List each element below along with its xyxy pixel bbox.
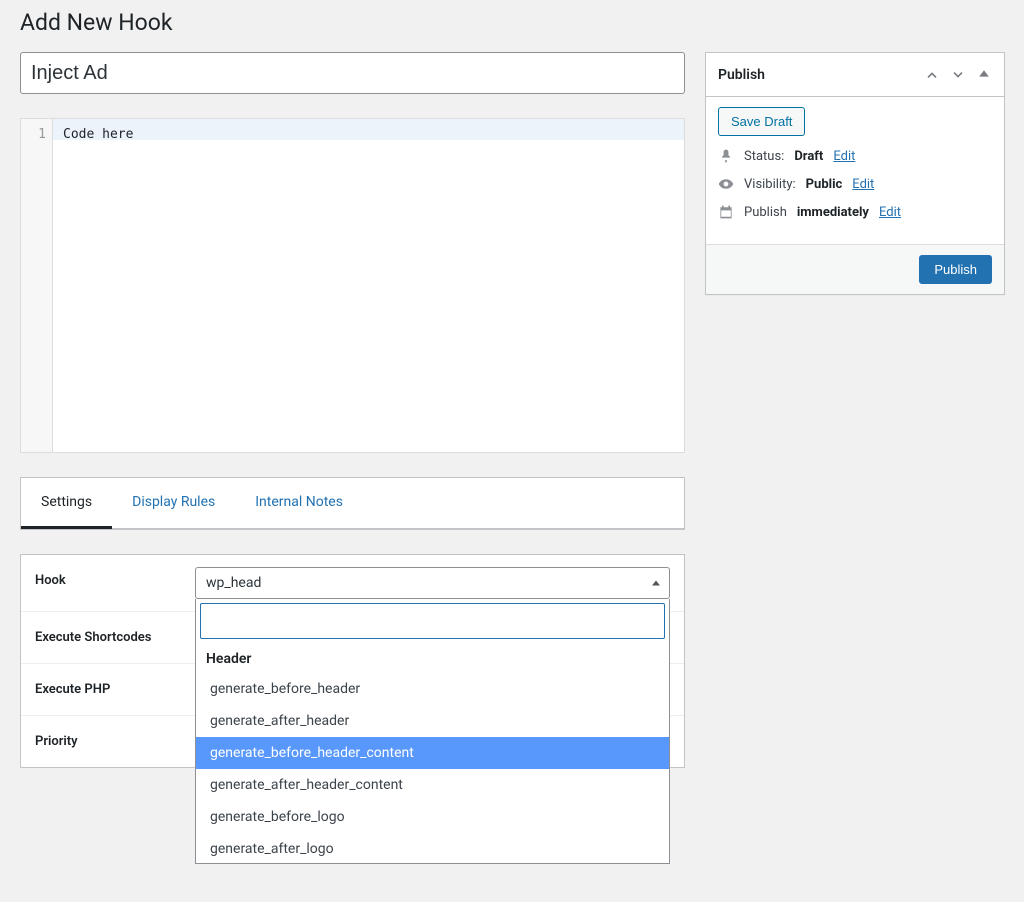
move-up-icon[interactable] xyxy=(924,67,940,83)
hook-search-input[interactable] xyxy=(200,603,665,639)
tab-display-rules[interactable]: Display Rules xyxy=(112,478,235,528)
eye-icon xyxy=(718,176,734,192)
toggle-icon[interactable] xyxy=(976,67,992,83)
hook-select-selection[interactable]: wp_head xyxy=(195,567,670,599)
move-down-icon[interactable] xyxy=(950,67,966,83)
schedule-value: immediately xyxy=(797,205,869,220)
tab-settings[interactable]: Settings xyxy=(21,478,112,529)
code-editor[interactable]: 1 Code here xyxy=(20,118,685,453)
code-area[interactable]: Code here xyxy=(53,119,684,452)
priority-label: Priority xyxy=(21,716,181,767)
tab-internal-notes[interactable]: Internal Notes xyxy=(235,478,363,528)
page-title: Add New Hook xyxy=(20,0,1004,40)
schedule-label: Publish xyxy=(744,205,787,220)
publish-button[interactable]: Publish xyxy=(919,255,992,284)
visibility-label: Visibility: xyxy=(744,177,796,192)
hook-select-dropdown: Header generate_before_headergenerate_af… xyxy=(195,599,670,864)
post-title-input[interactable] xyxy=(20,52,685,94)
visibility-value: Public xyxy=(806,177,843,192)
execute-shortcodes-label: Execute Shortcodes xyxy=(21,612,181,663)
editor-gutter: 1 xyxy=(21,119,53,452)
hook-option[interactable]: generate_after_logo xyxy=(196,833,669,863)
settings-tabs-box: SettingsDisplay RulesInternal Notes xyxy=(20,477,685,530)
status-value: Draft xyxy=(794,149,823,164)
hook-settings-form: Hook wp_head xyxy=(20,554,685,768)
hook-option[interactable]: generate_before_header xyxy=(196,673,669,705)
hook-option[interactable]: generate_after_header xyxy=(196,705,669,737)
visibility-edit-link[interactable]: Edit xyxy=(852,177,874,192)
pin-icon xyxy=(718,148,734,164)
hook-select[interactable]: wp_head Header generate_before_headergen… xyxy=(195,567,670,599)
save-draft-button[interactable]: Save Draft xyxy=(718,107,805,136)
hook-option[interactable]: generate_after_header_content xyxy=(196,769,669,801)
status-edit-link[interactable]: Edit xyxy=(833,149,855,164)
execute-php-label: Execute PHP xyxy=(21,664,181,715)
option-group-header: Header xyxy=(196,643,669,673)
publish-box: Publish Save Draft Status: Draft Edit xyxy=(705,52,1005,295)
publish-heading: Publish xyxy=(718,67,765,83)
status-label: Status: xyxy=(744,149,784,164)
calendar-icon xyxy=(718,204,734,220)
hook-select-value: wp_head xyxy=(206,575,261,591)
schedule-edit-link[interactable]: Edit xyxy=(879,205,901,220)
hook-label: Hook xyxy=(21,555,181,611)
chevron-up-icon xyxy=(652,581,660,586)
hook-option[interactable]: generate_before_logo xyxy=(196,801,669,833)
hook-option[interactable]: generate_before_header_content xyxy=(196,737,669,769)
